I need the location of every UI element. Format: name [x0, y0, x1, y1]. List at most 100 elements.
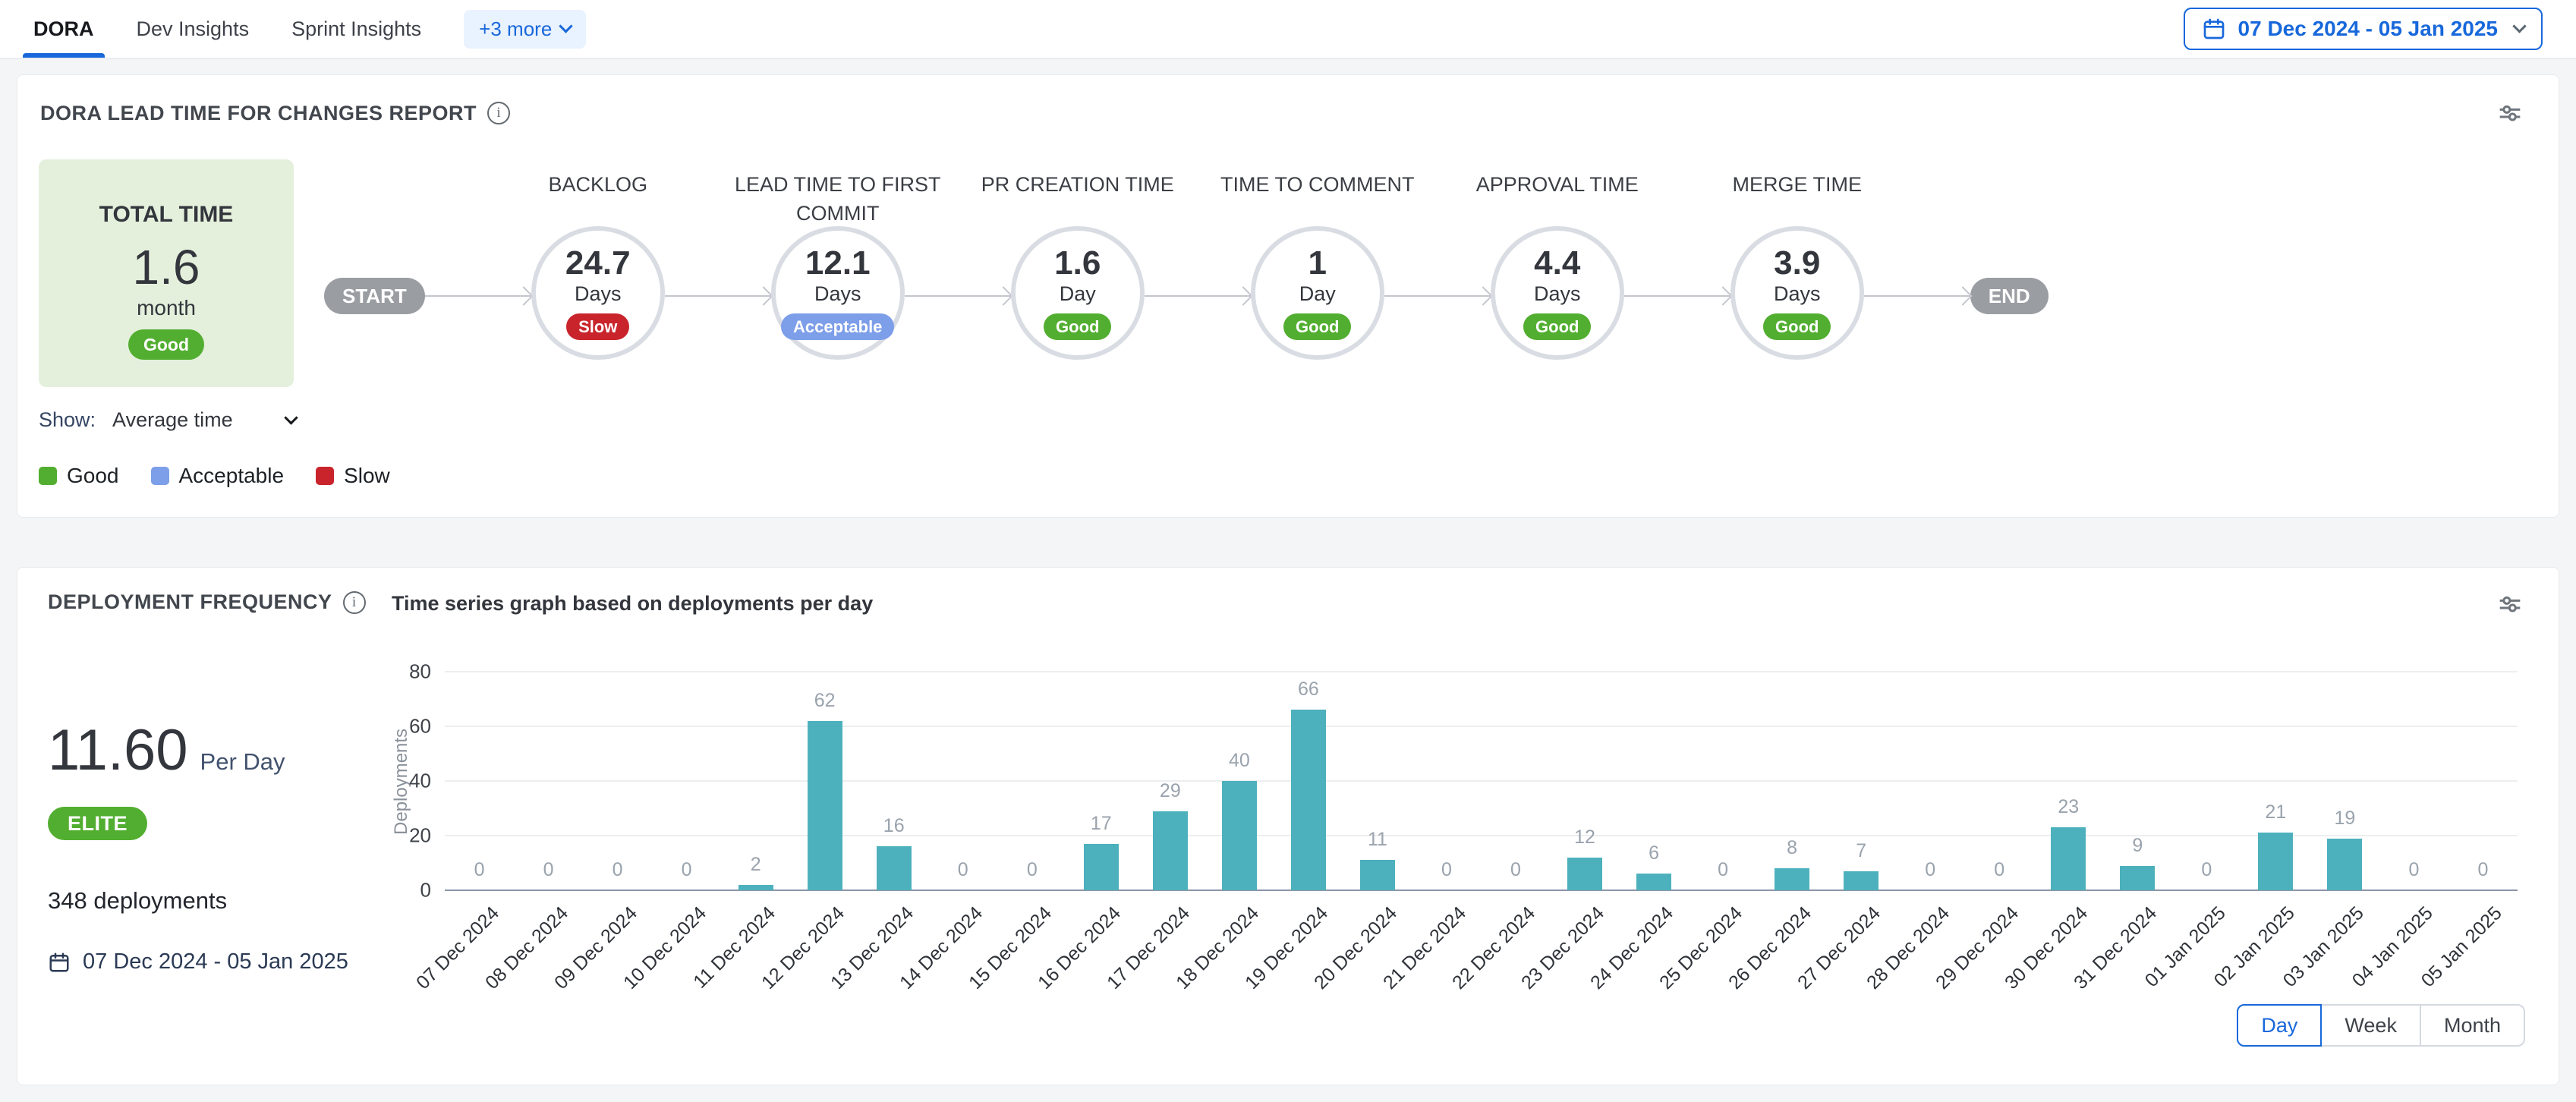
lead-time-panel: DORA LEAD TIME FOR CHANGES REPORT TOTAL … — [17, 74, 2559, 518]
stage-label: APPROVAL TIME — [1432, 170, 1683, 199]
stage-status-badge: Acceptable — [781, 313, 894, 340]
stage-status-badge: Slow — [566, 313, 629, 340]
info-icon[interactable] — [487, 102, 510, 124]
bar-slot: 009 Dec 2024 — [583, 672, 652, 890]
bar-slot: 028 Dec 2024 — [1896, 672, 1965, 890]
flow-arrow — [1384, 295, 1491, 297]
deployment-bar[interactable] — [1222, 781, 1257, 890]
deployments-plot: 020406080007 Dec 2024008 Dec 2024009 Dec… — [445, 672, 2518, 890]
deployment-bar[interactable] — [2327, 839, 2362, 890]
chart-title: Time series graph based on deployments p… — [392, 590, 2525, 616]
more-tabs-chip[interactable]: +3 more — [464, 10, 586, 49]
bar-slot: 2330 Dec 2024 — [2034, 672, 2103, 890]
stage-unit: Day — [1060, 282, 1096, 306]
stage-lead-time-to-first-commit: LEAD TIME TO FIRST COMMIT12.1DaysAccepta… — [771, 159, 905, 360]
bar-value-label: 0 — [1441, 859, 1452, 881]
stage-value: 3.9 — [1774, 246, 1820, 281]
panel-settings-button[interactable] — [2495, 589, 2525, 619]
deployment-bar[interactable] — [808, 721, 842, 890]
legend-item-slow: Slow — [316, 464, 390, 488]
y-tick-label: 40 — [409, 770, 431, 793]
bar-value-label: 0 — [1718, 859, 1728, 881]
stage-circle[interactable]: 1DayGood — [1251, 226, 1384, 360]
deployment-bar[interactable] — [1844, 871, 1878, 890]
deployment-rate-unit: Per Day — [200, 748, 285, 776]
deployment-bar[interactable] — [1360, 860, 1395, 890]
legend-item-acceptable: Acceptable — [151, 464, 285, 488]
bar-value-label: 0 — [1994, 859, 2004, 881]
stage-approval-time: APPROVAL TIME4.4DaysGood — [1491, 159, 1624, 360]
bar-value-label: 21 — [2265, 801, 2286, 823]
chevron-down-icon — [2512, 19, 2526, 33]
deployment-bar[interactable] — [2051, 827, 2086, 890]
info-icon[interactable] — [343, 591, 366, 614]
stage-status-badge: Good — [1044, 313, 1111, 340]
bar-value-label: 0 — [1027, 859, 1038, 881]
bar-value-label: 12 — [1574, 826, 1595, 849]
stage-circle[interactable]: 4.4DaysGood — [1491, 226, 1624, 360]
stage-unit: Days — [1534, 282, 1581, 306]
lead-time-flow: STARTBACKLOG24.7DaysSlowLEAD TIME TO FIR… — [324, 159, 2049, 360]
bar-slot: 008 Dec 2024 — [514, 672, 583, 890]
stage-circle[interactable]: 12.1DaysAcceptable — [771, 226, 905, 360]
bar-value-label: 0 — [474, 859, 485, 881]
bar-slot: 1223 Dec 2024 — [1551, 672, 1620, 890]
deployments-total: 348 deployments — [48, 887, 382, 915]
deployment-bar[interactable] — [1775, 868, 1809, 890]
date-range-label: 07 Dec 2024 - 05 Jan 2025 — [2238, 17, 2498, 41]
deployment-bar[interactable] — [1291, 710, 1326, 890]
tab-sprint-insights[interactable]: Sprint Insights — [291, 0, 421, 58]
stage-status-badge: Good — [1763, 313, 1831, 340]
stage-value: 1.6 — [1054, 246, 1101, 281]
deployment-bar[interactable] — [1153, 811, 1188, 890]
deployment-bar[interactable] — [1567, 858, 1602, 890]
bar-value-label: 0 — [613, 859, 623, 881]
panel-settings-button[interactable] — [2495, 98, 2525, 128]
date-range-picker[interactable]: 07 Dec 2024 - 05 Jan 2025 — [2184, 8, 2543, 50]
legend-swatch — [316, 467, 334, 485]
flow-arrow — [1145, 295, 1251, 297]
stage-circle[interactable]: 3.9DaysGood — [1730, 226, 1864, 360]
stage-circle[interactable]: 24.7DaysSlow — [531, 226, 665, 360]
bar-value-label: 0 — [1510, 859, 1521, 881]
deployment-bar[interactable] — [1084, 844, 1119, 890]
deployment-bar[interactable] — [738, 885, 773, 890]
lead-time-body: TOTAL TIME 1.6 month Good STARTBACKLOG24… — [17, 159, 2559, 387]
flow-arrow — [665, 295, 771, 297]
bar-slot: 6212 Dec 2024 — [790, 672, 859, 890]
tab-dev-insights[interactable]: Dev Insights — [137, 0, 250, 58]
legend-swatch — [39, 467, 57, 485]
deployment-bar[interactable] — [2258, 833, 2293, 890]
tab-dora[interactable]: DORA — [33, 0, 94, 58]
y-tick-label: 80 — [409, 660, 431, 684]
stage-label: PR CREATION TIME — [953, 170, 1203, 199]
stage-label: TIME TO COMMENT — [1192, 170, 1443, 199]
total-time-title: TOTAL TIME — [39, 202, 294, 228]
y-tick-label: 60 — [409, 715, 431, 738]
show-selector[interactable]: Show: Average time — [39, 408, 2559, 432]
calendar-icon — [48, 951, 71, 974]
flow-arrow — [905, 295, 1011, 297]
bar-value-label: 0 — [682, 859, 692, 881]
stage-label: LEAD TIME TO FIRST COMMIT — [713, 170, 963, 228]
lead-time-panel-header: DORA LEAD TIME FOR CHANGES REPORT — [17, 75, 2559, 128]
bar-value-label: 0 — [543, 859, 554, 881]
deployment-bar[interactable] — [1636, 874, 1671, 890]
granularity-week-button[interactable]: Week — [2320, 1004, 2421, 1047]
stage-circle[interactable]: 1.6Day Good — [1011, 226, 1145, 360]
bar-value-label: 0 — [1925, 859, 1935, 881]
lead-time-panel-title: DORA LEAD TIME FOR CHANGES REPORT — [40, 102, 477, 125]
granularity-day-button[interactable]: Day — [2237, 1004, 2322, 1047]
bar-value-label: 66 — [1298, 679, 1319, 701]
bar-value-label: 40 — [1229, 750, 1250, 772]
bar-value-label: 23 — [2058, 796, 2079, 818]
granularity-month-button[interactable]: Month — [2420, 1004, 2525, 1047]
y-tick-label: 0 — [420, 879, 431, 902]
granularity-toggle: Day Week Month — [2237, 1004, 2525, 1047]
top-tab-bar: DORA Dev Insights Sprint Insights +3 mor… — [0, 0, 2576, 59]
stage-label: MERGE TIME — [1672, 170, 1923, 199]
sliders-icon — [2495, 589, 2525, 619]
deployment-bar[interactable] — [877, 846, 912, 890]
deployment-bar[interactable] — [2120, 866, 2155, 890]
legend-swatch — [151, 467, 169, 485]
